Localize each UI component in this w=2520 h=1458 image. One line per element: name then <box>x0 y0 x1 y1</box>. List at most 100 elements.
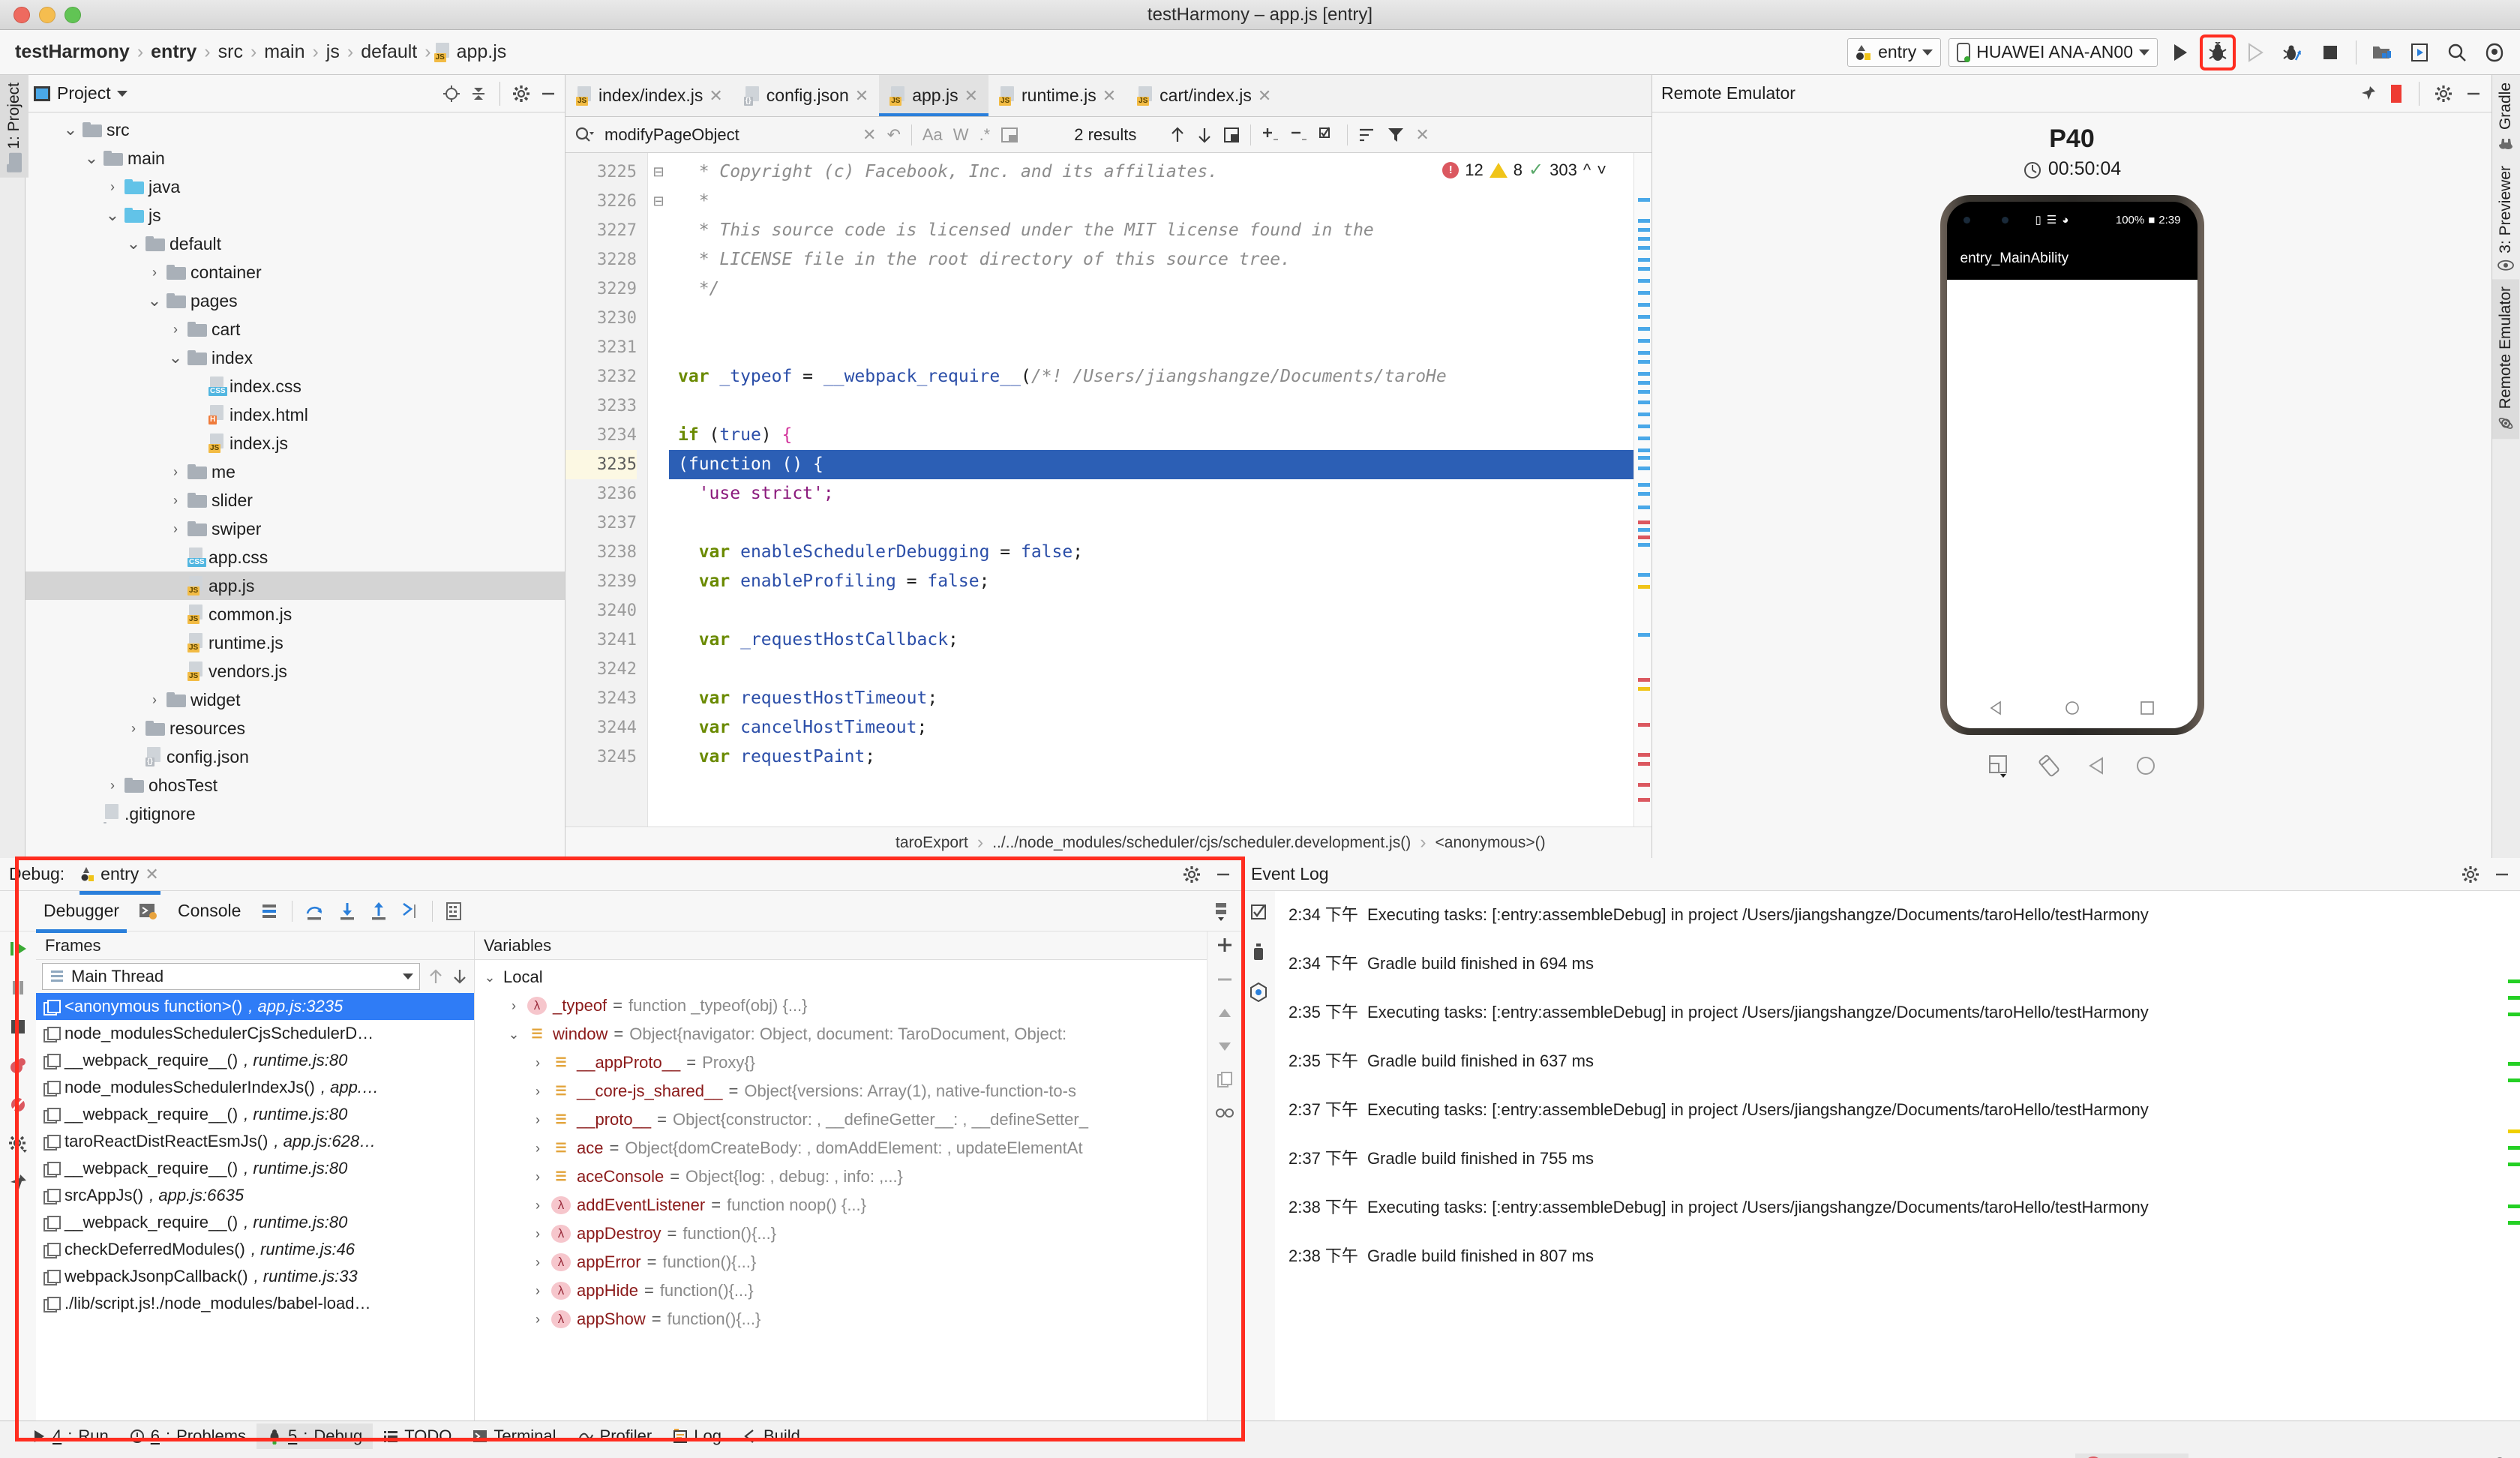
variable-row[interactable]: › λ _typeof = function _typeof(obj) {...} <box>475 992 1207 1020</box>
sort-results-icon[interactable] <box>1358 127 1376 143</box>
chevron-right-icon[interactable]: › <box>530 1255 545 1270</box>
chevron-down-icon[interactable]: ⌄ <box>482 970 497 986</box>
marker-stripe[interactable] <box>1638 678 1650 682</box>
chevron-right-icon[interactable]: › <box>530 1169 545 1185</box>
code-line[interactable]: var enableSchedulerDebugging = false; <box>669 538 1634 567</box>
tool-window-button-profiler[interactable]: Profiler <box>567 1424 663 1449</box>
run-to-cursor-icon[interactable] <box>400 902 420 921</box>
tree-item[interactable]: › swiper <box>26 514 565 543</box>
chevron-down-icon[interactable]: ⌄ <box>506 1027 521 1042</box>
variable-row[interactable]: › λ addEventListener = function noop() {..… <box>475 1191 1207 1220</box>
stop-emulator-button[interactable] <box>2389 83 2404 104</box>
frame-item[interactable]: srcAppJs() , app.js:6635 <box>36 1182 474 1209</box>
debugger-settings-icon[interactable] <box>8 1134 28 1154</box>
event-log-item[interactable]: 2:34 下午 Executing tasks: [:entry:assemble… <box>1288 902 2506 926</box>
chevron-right-icon[interactable]: › <box>506 998 521 1014</box>
chevron-down-icon[interactable]: ⌄ <box>63 120 78 140</box>
device-selector[interactable]: HUAWEI ANA-AN00 <box>1948 38 2158 67</box>
inspection-widget[interactable]: ! 12 8 ✓ 303 ^ ˅ <box>1442 159 1606 181</box>
marker-stripe[interactable] <box>1638 351 1650 355</box>
variable-row[interactable]: › ☰ __proto__ = Object{constructor: , __de… <box>475 1106 1207 1134</box>
marker-stripe[interactable] <box>1638 448 1650 452</box>
frame-item[interactable]: __webpack_require__() , runtime.js:80 <box>36 1047 474 1074</box>
tool-window-bar[interactable]: 4: Run 6: Problems 5: Debug TODO Terminal Profil… <box>0 1420 2520 1450</box>
breadcrumb-item-file[interactable]: app.js <box>452 41 512 63</box>
breadcrumb-item-project[interactable]: testHarmony <box>10 41 134 63</box>
run-button[interactable] <box>2165 38 2195 68</box>
tree-item[interactable]: {} config.json <box>26 742 565 771</box>
previewer-button[interactable] <box>2404 38 2434 68</box>
clear-search-icon[interactable]: ✕ <box>862 125 876 145</box>
event-log-item[interactable]: 2:38 下午 Gradle build finished in 807 ms <box>1288 1243 2506 1267</box>
marker-stripe[interactable] <box>1638 219 1650 223</box>
device-manager-button[interactable] <box>2367 38 2397 68</box>
sidebar-item-gradle[interactable]: Gradle <box>2492 75 2519 158</box>
marker-stripe[interactable] <box>1638 783 1650 787</box>
sidebar-item-previewer[interactable]: 3: Previewer <box>2492 158 2519 279</box>
close-icon[interactable]: ✕ <box>145 865 158 884</box>
phone-screen[interactable]: ▯ ☰ ◕ 100% ■ 2:39 entry_MainAbility <box>1946 202 2198 728</box>
breadcrumb-item-main[interactable]: main <box>260 41 309 63</box>
marker-stripe[interactable] <box>1638 303 1650 307</box>
chevron-right-icon[interactable]: › <box>530 1055 545 1071</box>
close-icon[interactable]: ✕ <box>964 86 978 106</box>
marker-stripe[interactable] <box>1638 528 1650 532</box>
match-case-toggle[interactable]: Aa <box>922 125 943 145</box>
close-findbar-icon[interactable]: ✕ <box>1415 125 1429 145</box>
code-line[interactable] <box>669 304 1634 333</box>
remove-line-icon[interactable] <box>1290 126 1308 144</box>
phone-frame[interactable]: ▯ ☰ ◕ 100% ■ 2:39 entry_MainAbility <box>1940 195 2204 735</box>
marker-stripe[interactable] <box>1638 798 1650 802</box>
event-log-item[interactable]: 2:34 下午 Gradle build finished in 694 ms <box>1288 950 2506 974</box>
code-line[interactable]: (function () { <box>669 450 1634 479</box>
copy-value-icon[interactable] <box>1216 1071 1234 1089</box>
event-log-item[interactable]: 2:37 下午 Executing tasks: [:entry:assemble… <box>1288 1096 2506 1120</box>
marker-stripe[interactable] <box>1638 372 1650 376</box>
phone-nav-bar[interactable] <box>1947 698 2198 718</box>
marker-stripe[interactable] <box>1638 585 1650 589</box>
add-watch-icon[interactable] <box>1216 936 1234 954</box>
variable-row[interactable]: ⌄ ☰ window = Object{navigator: Object, doc… <box>475 1020 1207 1048</box>
tree-item[interactable]: › widget <box>26 686 565 714</box>
inspect-value-icon[interactable] <box>1214 1106 1235 1120</box>
sidebar-item-project[interactable]: 1: Project <box>0 75 28 178</box>
tree-item[interactable]: JS runtime.js <box>26 628 565 657</box>
in-selection-icon[interactable] <box>1000 127 1018 143</box>
chevron-right-icon[interactable]: › <box>530 1226 545 1242</box>
chevron-right-icon[interactable]: › <box>530 1141 545 1156</box>
frame-up-icon[interactable] <box>428 968 444 986</box>
gear-icon[interactable] <box>2462 866 2480 884</box>
variable-row[interactable]: › λ appShow = function(){...} <box>475 1305 1207 1334</box>
find-next-icon[interactable] <box>1196 126 1213 144</box>
editor-marker-bar[interactable] <box>1634 153 1652 826</box>
code-line[interactable]: var cancelHostTimeout; <box>669 713 1634 742</box>
chevron-down-icon[interactable]: ⌄ <box>168 348 183 368</box>
marker-stripe[interactable] <box>1638 492 1650 496</box>
code-breadcrumb-item-0[interactable]: taroExport <box>896 834 968 852</box>
gear-icon[interactable] <box>2434 85 2452 103</box>
add-line-icon[interactable] <box>1262 126 1280 144</box>
tool-window-button-build[interactable]: Build <box>732 1424 811 1449</box>
tab-console[interactable]: Console <box>170 898 248 924</box>
tool-window-button-todo[interactable]: TODO <box>373 1424 462 1449</box>
marker-stripe[interactable] <box>1638 390 1650 394</box>
run-configuration-selector[interactable]: entry <box>1847 38 1942 67</box>
hide-panel-icon[interactable] <box>2464 85 2482 103</box>
marker-stripe[interactable] <box>1638 762 1650 766</box>
tree-item[interactable]: ⌄ index <box>26 344 565 372</box>
marker-stripe[interactable] <box>1638 228 1650 232</box>
frames-list[interactable]: <anonymous function>() , app.js:3235 node_… <box>36 993 474 1420</box>
marker-stripe[interactable] <box>1638 723 1650 727</box>
breadcrumb-item-module[interactable]: entry <box>146 41 201 63</box>
collapse-all-icon[interactable] <box>470 85 488 103</box>
code-line[interactable] <box>669 333 1634 362</box>
marker-stripe[interactable] <box>1638 436 1650 440</box>
tree-item[interactable]: › ohosTest <box>26 771 565 800</box>
mark-all-read-icon[interactable] <box>1250 903 1268 921</box>
gear-icon[interactable] <box>512 85 530 103</box>
variable-row[interactable]: › ☰ __appProto__ = Proxy{} <box>475 1048 1207 1077</box>
settings-layout-icon[interactable] <box>1211 901 1241 922</box>
marker-stripe[interactable] <box>1638 246 1650 250</box>
pin-icon[interactable] <box>8 1173 28 1192</box>
marker-stripe[interactable] <box>1638 687 1650 691</box>
